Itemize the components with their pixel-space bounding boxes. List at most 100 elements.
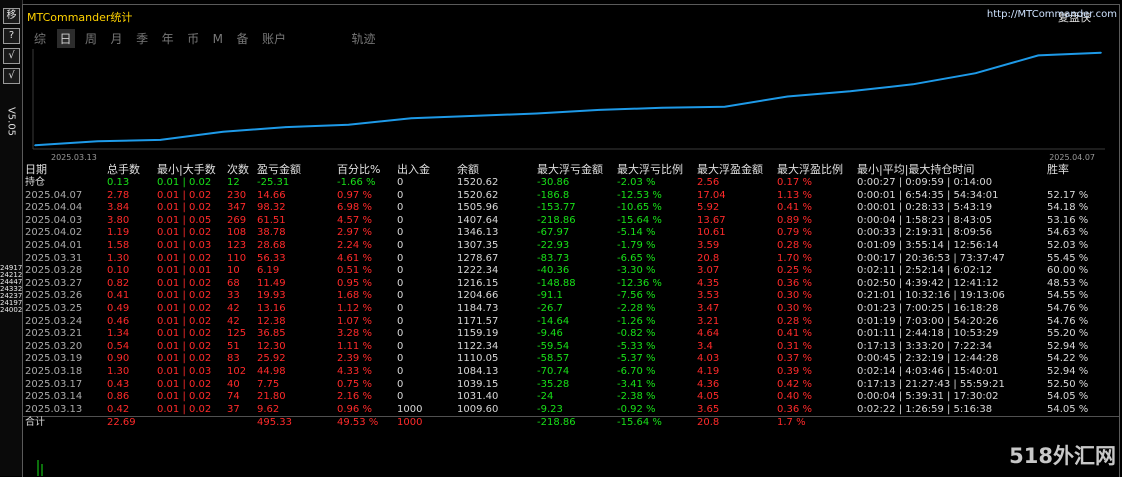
row-lots: 1.34 [107, 328, 130, 340]
row-flow: 0 [397, 214, 404, 226]
table-row[interactable]: 2025.03.18 1.30 0.01 | 0.03 102 44.98 4.33 % 0… [23, 366, 1119, 379]
row-drawdown: -148.88 [537, 277, 576, 289]
row-drawdown-pct: -12.53 % [617, 189, 662, 201]
row-lots: 0.49 [107, 302, 130, 314]
row-drawdown: -153.77 [537, 202, 576, 214]
row-winrate: 54.76 % [1047, 302, 1089, 314]
data-rows: 2025.04.07 2.78 0.01 | 0.02 230 14.66 0.97 % 0… [23, 190, 1119, 417]
table-row[interactable]: 2025.03.24 0.46 0.01 | 0.02 42 12.38 1.07 % 0 1… [23, 316, 1119, 329]
confirm-button[interactable]: √ [3, 68, 20, 84]
move-button[interactable]: 移 [3, 8, 20, 24]
table-row[interactable]: 2025.03.13 0.42 0.01 | 0.02 37 9.62 0.96 % 100… [23, 404, 1119, 417]
table-row[interactable]: 2025.04.01 1.58 0.01 | 0.03 123 28.68 2.24 % 0… [23, 240, 1119, 253]
row-lots: 2.78 [107, 189, 130, 201]
check-button[interactable]: √ [3, 48, 20, 64]
table-row[interactable]: 2025.03.27 0.82 0.01 | 0.02 68 11.49 0.95 % 0 1… [23, 278, 1119, 291]
balance-point [34, 144, 36, 147]
header-pnl: 盈亏金额 [257, 163, 301, 176]
balance-point [473, 115, 475, 117]
row-pct: 1.11 % [337, 340, 372, 352]
daily-stats-table: 日期 总手数 最小|大手数 次数 盈亏金额 百分比% 出入金 余额 最大浮亏金额… [23, 163, 1119, 430]
row-date: 2025.03.28 [25, 265, 83, 277]
header-minmax: 最小|大手数 [157, 163, 216, 176]
price-scale-fragments: 24917 24212 24447 24332 24237 24197 2400… [0, 265, 22, 314]
balance-point [410, 117, 413, 119]
row-float-profit: 3.21 [697, 315, 720, 327]
header-winrate: 胜率 [1047, 163, 1069, 176]
row-winrate: 54.76 % [1047, 315, 1089, 327]
row-pct: 0.97 % [337, 189, 372, 201]
balance-point [598, 109, 601, 111]
table-row[interactable]: 2025.03.21 1.34 0.01 | 0.02 125 36.85 3.28 % 0… [23, 328, 1119, 341]
row-pnl: 14.66 [257, 189, 286, 201]
table-row[interactable]: 2025.03.28 0.10 0.01 | 0.01 10 6.19 0.51 % 0 12… [23, 265, 1119, 278]
row-float-profit: 3.53 [697, 290, 720, 302]
left-toolbar: 移 ? √ √ V5.05 24917 24212 24447 24332 24… [0, 0, 23, 476]
table-row[interactable]: 2025.04.03 3.80 0.01 | 0.05 269 61.51 4.57 % 0… [23, 215, 1119, 228]
row-float-profit-pct: 1.13 % [777, 189, 812, 201]
row-pnl: 7.75 [257, 378, 280, 390]
table-row[interactable]: 2025.03.17 0.43 0.01 | 0.02 40 7.75 0.75 % 0 10… [23, 379, 1119, 392]
row-float-profit-pct: 0.89 % [777, 214, 812, 226]
row-float-profit-pct: 0.31 % [777, 340, 812, 352]
row-hold-times: 0:01:19 | 7:03:00 | 54:20:26 [857, 315, 999, 327]
website-link[interactable]: http://MTCommander.com [987, 9, 1117, 20]
row-count: 108 [227, 227, 247, 239]
table-row[interactable]: 2025.03.14 0.86 0.01 | 0.02 74 21.80 2.16 % 0 1… [23, 391, 1119, 404]
row-pnl: 25.92 [257, 353, 286, 365]
balance-point [96, 140, 99, 143]
row-float-profit: 13.67 [697, 214, 726, 226]
row-pct: 0.75 % [337, 378, 372, 390]
row-hold-times: 0:02:50 | 4:39:42 | 12:41:12 [857, 277, 999, 289]
row-balance: 1122.34 [457, 340, 499, 352]
table-row[interactable]: 2025.04.02 1.19 0.01 | 0.02 108 38.78 2.97 % 0… [23, 227, 1119, 240]
row-float-profit-pct: 0.30 % [777, 290, 812, 302]
holding-times: 0:00:27 | 0:09:59 | 0:14:00 [857, 177, 993, 188]
balance-point [222, 131, 224, 133]
row-minmax: 0.01 | 0.02 [157, 315, 212, 327]
row-pnl: 11.49 [257, 277, 286, 289]
row-winrate: 54.05 % [1047, 403, 1089, 415]
row-count: 33 [227, 290, 240, 302]
row-winrate: 52.17 % [1047, 189, 1089, 201]
header-flow: 出入金 [397, 163, 430, 176]
row-winrate: 54.55 % [1047, 290, 1089, 302]
table-row[interactable]: 2025.03.19 0.90 0.01 | 0.02 83 25.92 2.39 % 0 1… [23, 353, 1119, 366]
row-winrate: 54.63 % [1047, 227, 1089, 239]
row-balance: 1407.64 [457, 214, 499, 226]
row-balance: 1184.73 [457, 302, 499, 314]
row-hold-times: 0:21:01 | 10:32:16 | 19:13:06 [857, 290, 1005, 302]
row-date: 2025.04.03 [25, 214, 83, 226]
row-flow: 0 [397, 189, 404, 201]
table-row[interactable]: 2025.04.04 3.84 0.01 | 0.02 347 98.32 6.98 % 0… [23, 202, 1119, 215]
table-row[interactable]: 2025.03.26 0.41 0.01 | 0.02 33 19.93 1.68 % 0 1… [23, 290, 1119, 303]
table-row[interactable]: 2025.04.07 2.78 0.01 | 0.02 230 14.66 0.97 % 0… [23, 190, 1119, 203]
row-balance: 1009.60 [457, 403, 499, 415]
header-float-profit-pct: 最大浮盈比例 [777, 163, 843, 176]
row-balance: 1278.67 [457, 252, 499, 264]
row-lots: 0.86 [107, 391, 130, 403]
table-row[interactable]: 2025.03.20 0.54 0.01 | 0.02 51 12.30 1.11 % 0 1… [23, 341, 1119, 354]
row-pct: 4.57 % [337, 214, 372, 226]
holding-label: 持仓 [25, 177, 45, 188]
help-button[interactable]: ? [3, 28, 20, 44]
row-minmax: 0.01 | 0.01 [157, 265, 212, 277]
row-lots: 1.30 [107, 252, 130, 264]
row-count: 51 [227, 340, 240, 352]
row-winrate: 52.50 % [1047, 378, 1089, 390]
header-count: 次数 [227, 163, 249, 176]
total-drawdown-pct: -15.64 % [617, 417, 662, 429]
table-row[interactable]: 2025.03.25 0.49 0.01 | 0.02 42 13.16 1.12 % 0 1… [23, 303, 1119, 316]
balance-point [535, 112, 538, 115]
table-row[interactable]: 2025.03.31 1.30 0.01 | 0.02 110 56.33 4.61 % 0… [23, 253, 1119, 266]
row-drawdown: -22.93 [537, 239, 570, 251]
row-pnl: 19.93 [257, 290, 286, 302]
row-count: 40 [227, 378, 240, 390]
row-drawdown: -9.46 [537, 328, 563, 340]
holding-float-profit-pct: 0.17 % [777, 177, 812, 188]
row-winrate: 53.16 % [1047, 214, 1089, 226]
chart-tick-glyph [37, 460, 43, 476]
row-winrate: 54.18 % [1047, 202, 1089, 214]
row-date: 2025.03.31 [25, 252, 83, 264]
chart-x-end-label: 2025.04.07 [1049, 153, 1095, 162]
